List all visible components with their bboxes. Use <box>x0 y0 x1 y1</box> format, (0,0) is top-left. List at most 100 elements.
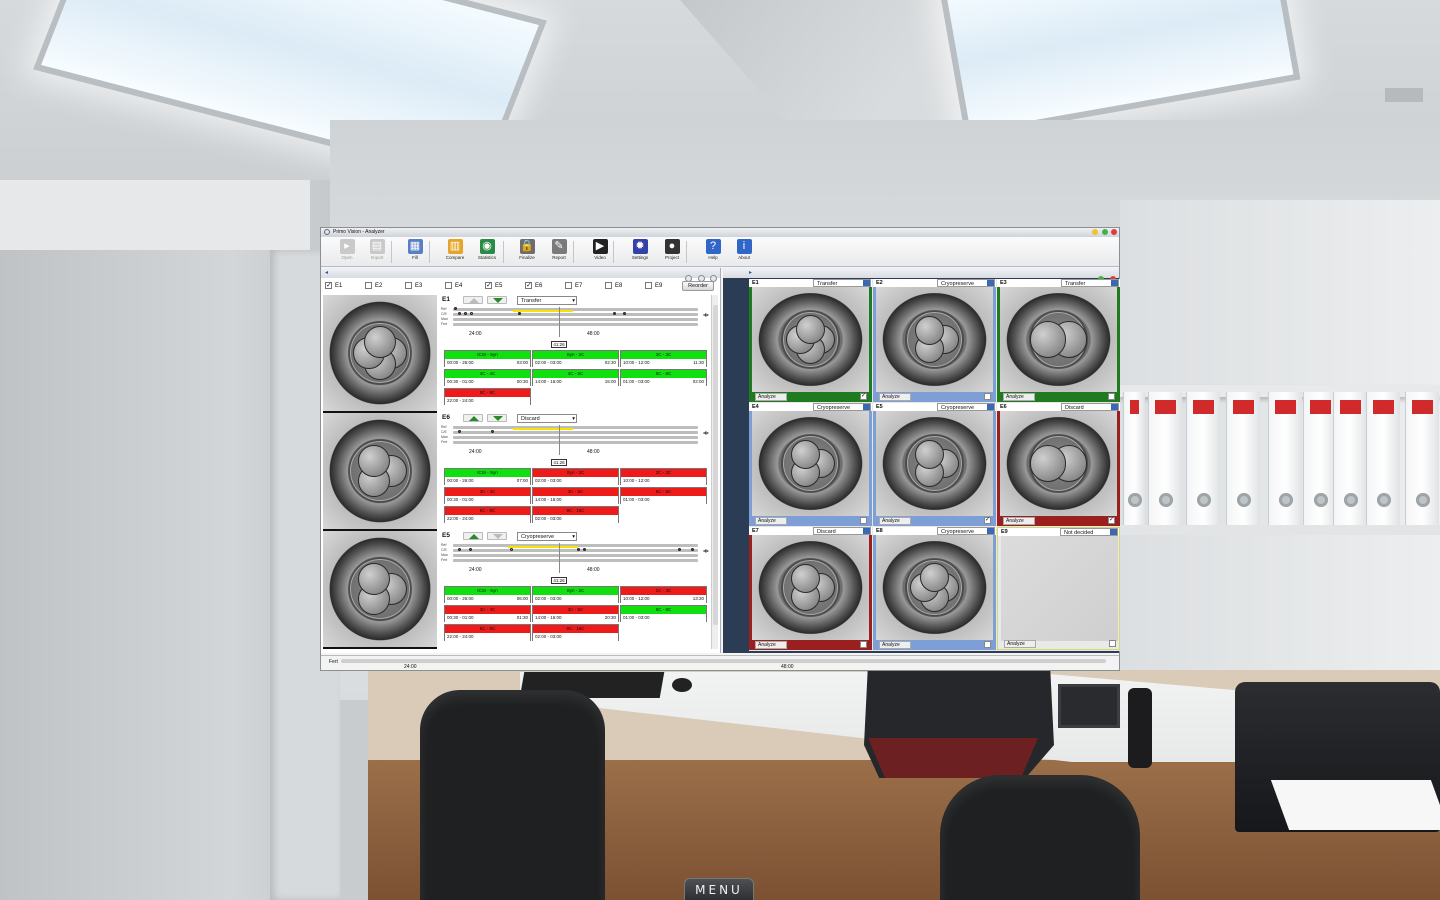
track-nav-icon[interactable]: ◂▮▸ <box>703 312 709 317</box>
event-card[interactable]: 3C - 4C 00:30 - 01:00 <box>444 487 531 504</box>
event-card[interactable]: ICSI - Syn 00:00 - 26:00 03:00 <box>444 350 531 367</box>
timeline-scroll-track[interactable] <box>341 659 1106 663</box>
analyze-button[interactable]: Analyze <box>879 393 911 401</box>
about-button[interactable]: i About <box>730 239 758 265</box>
analyze-button[interactable]: Analyze <box>1004 640 1036 648</box>
import-button[interactable]: ▤ Import <box>363 239 391 265</box>
event-marker[interactable] <box>613 312 616 315</box>
embryo-checkbox-e6[interactable]: ✓ E6 <box>525 282 542 289</box>
event-marker[interactable] <box>518 312 521 315</box>
embryo-checkbox-e4[interactable]: E4 <box>445 282 462 289</box>
embryo-tile-e2[interactable]: E2 Cryopreserve Analyze <box>873 279 996 402</box>
compare-button[interactable]: ▥ Compare <box>441 239 469 265</box>
event-marker[interactable] <box>454 307 457 310</box>
checkbox-box[interactable]: ✓ <box>485 282 492 289</box>
tile-decision-dropdown[interactable]: Cryopreserve <box>937 527 995 535</box>
event-marker[interactable] <box>678 548 681 551</box>
checkbox-box[interactable]: ✓ <box>325 282 332 289</box>
analyze-button[interactable]: Analyze <box>879 517 911 525</box>
tile-decision-dropdown[interactable]: Discard <box>1061 403 1119 411</box>
decision-dropdown[interactable]: Cryopreserve <box>517 532 577 541</box>
event-card[interactable]: 5C - 8C 01:00 - 03:00 <box>620 487 707 504</box>
tile-checkbox[interactable] <box>984 641 991 648</box>
event-card[interactable]: 2C - 3C 10:00 - 12:00 11:30 <box>620 350 707 367</box>
embryo-tile-e7[interactable]: E7 Discard Analyze <box>749 527 872 650</box>
move-down-button[interactable] <box>487 296 507 304</box>
event-marker[interactable] <box>583 548 586 551</box>
tile-decision-dropdown[interactable]: Transfer <box>1061 279 1119 287</box>
track-bar[interactable] <box>453 323 698 326</box>
event-marker[interactable] <box>464 312 467 315</box>
tile-checkbox[interactable] <box>1109 640 1116 647</box>
project-button[interactable]: ● Project <box>658 239 686 265</box>
embryo-tile-e6[interactable]: E6 Discard Analyze ✓ <box>997 403 1120 526</box>
open-button[interactable]: ▸ Open <box>333 239 361 265</box>
tile-checkbox[interactable] <box>860 517 867 524</box>
finalize-button[interactable]: 🔒 Finalize <box>513 239 541 265</box>
checkbox-box[interactable] <box>605 282 612 289</box>
expand-arrow-icon[interactable]: ◂ <box>325 269 328 276</box>
track-bar[interactable] <box>453 318 698 321</box>
event-marker[interactable] <box>458 430 461 433</box>
event-card[interactable]: 5C - 8C 01:00 - 03:00 02:00 <box>620 369 707 386</box>
track-bar[interactable] <box>453 436 698 439</box>
timeline-scrollbar[interactable]: Fert 24:00 48:00 <box>321 655 1119 670</box>
tile-checkbox[interactable] <box>860 641 867 648</box>
embryo-checkbox-e1[interactable]: ✓ E1 <box>325 282 342 289</box>
embryo-checkbox-e3[interactable]: E3 <box>405 282 422 289</box>
event-marker[interactable] <box>458 548 461 551</box>
analyze-button[interactable]: Analyze <box>755 517 787 525</box>
analyze-button[interactable]: Analyze <box>755 393 787 401</box>
scroll-thumb[interactable] <box>713 305 718 625</box>
event-card[interactable]: 2C - 3C 10:00 - 12:00 <box>620 468 707 485</box>
analyze-button[interactable]: Analyze <box>1003 517 1035 525</box>
checkbox-box[interactable] <box>565 282 572 289</box>
collapse-arrow-icon[interactable]: ▸ <box>749 269 752 276</box>
statistics-button[interactable]: ◉ Statistics <box>473 239 501 265</box>
move-down-button[interactable] <box>487 532 507 540</box>
event-marker[interactable] <box>691 548 694 551</box>
event-card[interactable]: Syn - 2C 02:00 - 03:00 <box>532 586 619 603</box>
track-bar[interactable] <box>453 559 698 562</box>
event-marker[interactable] <box>491 430 494 433</box>
event-marker[interactable] <box>458 312 461 315</box>
event-card[interactable]: 5C - 8C 22:00 - 24:00 <box>444 388 531 405</box>
maximize-icon[interactable] <box>1101 229 1108 235</box>
event-card[interactable]: Syn - 2C 02:00 - 03:00 02:30 <box>532 350 619 367</box>
settings-button[interactable]: ✹ Settings <box>626 239 654 265</box>
event-marker[interactable] <box>510 548 513 551</box>
tile-decision-dropdown[interactable]: Cryopreserve <box>937 279 995 287</box>
embryo-checkbox-e2[interactable]: E2 <box>365 282 382 289</box>
tile-decision-dropdown[interactable]: Cryopreserve <box>813 403 871 411</box>
tile-checkbox[interactable] <box>1108 393 1115 400</box>
checkbox-box[interactable] <box>645 282 652 289</box>
checkbox-box[interactable] <box>445 282 452 289</box>
event-card[interactable]: 9C - 16C 02:00 - 03:00 <box>532 506 619 523</box>
tile-decision-dropdown[interactable]: Discard <box>813 527 871 535</box>
track-nav-icon[interactable]: ◂▮▸ <box>703 548 709 553</box>
checkbox-box[interactable] <box>365 282 372 289</box>
tile-checkbox[interactable]: ✓ <box>984 517 991 524</box>
track-bar[interactable] <box>453 313 698 316</box>
event-marker[interactable] <box>577 548 580 551</box>
analyze-button[interactable]: Analyze <box>879 641 911 649</box>
checkbox-box[interactable]: ✓ <box>525 282 532 289</box>
track-bar[interactable] <box>453 554 698 557</box>
fill-button[interactable]: ▦ Fill <box>401 239 429 265</box>
tile-checkbox[interactable] <box>984 393 991 400</box>
tile-checkbox[interactable]: ✓ <box>860 393 867 400</box>
analyze-button[interactable]: Analyze <box>1003 393 1035 401</box>
decision-dropdown[interactable]: Discard <box>517 414 577 423</box>
track-nav-icon[interactable]: ◂▮▸ <box>703 430 709 435</box>
embryo-tile-e3[interactable]: E3 Transfer Analyze <box>997 279 1120 402</box>
event-card[interactable]: 9C - 16C 02:00 - 03:00 <box>532 624 619 641</box>
tile-decision-dropdown[interactable]: Cryopreserve <box>937 403 995 411</box>
move-up-button[interactable] <box>463 414 483 422</box>
track-bar[interactable] <box>453 431 698 434</box>
event-card[interactable]: ICSI - Syn 00:00 - 26:00 06:00 <box>444 586 531 603</box>
embryo-tile-e8[interactable]: E8 Cryopreserve Analyze <box>873 527 996 650</box>
embryo-checkbox-e5[interactable]: ✓ E5 <box>485 282 502 289</box>
video-button[interactable]: ▶ Video <box>586 239 614 265</box>
analyze-button[interactable]: Analyze <box>755 641 787 649</box>
event-card[interactable]: 5C - 8C 22:00 - 24:00 <box>444 506 531 523</box>
